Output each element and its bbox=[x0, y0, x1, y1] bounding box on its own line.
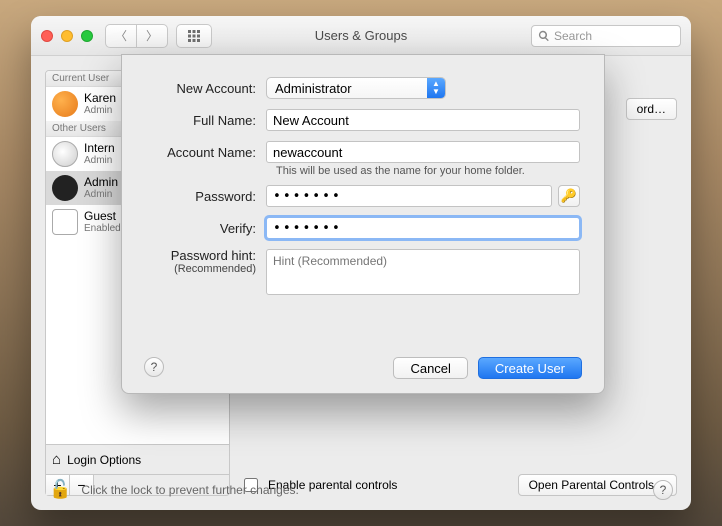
search-field[interactable]: Search bbox=[531, 25, 681, 47]
chevron-updown-icon: ▲▼ bbox=[427, 78, 445, 98]
account-type-select[interactable]: Administrator ▲▼ bbox=[266, 77, 446, 99]
password-hint-input[interactable] bbox=[266, 249, 580, 295]
login-options-label: Login Options bbox=[67, 453, 141, 467]
new-account-sheet: New Account: Administrator ▲▼ Full Name:… bbox=[121, 54, 605, 394]
search-icon bbox=[538, 30, 550, 42]
account-name-input[interactable] bbox=[266, 141, 580, 163]
sheet-buttons: Cancel Create User bbox=[393, 357, 582, 379]
user-name: Intern bbox=[84, 142, 115, 155]
login-options[interactable]: ⌂ Login Options bbox=[45, 445, 230, 475]
avatar-icon bbox=[52, 91, 78, 117]
lock-icon[interactable]: 🔓 bbox=[49, 479, 71, 500]
user-role: Enabled bbox=[84, 223, 121, 234]
change-password-button[interactable]: ord… bbox=[626, 98, 677, 120]
help-button[interactable]: ? bbox=[653, 480, 673, 500]
label-new-account: New Account: bbox=[146, 81, 266, 96]
user-name: Admin bbox=[84, 176, 118, 189]
zoom-icon[interactable] bbox=[81, 30, 93, 42]
label-full-name: Full Name: bbox=[146, 113, 266, 128]
back-button[interactable]: 〈 bbox=[105, 24, 137, 48]
grid-icon bbox=[187, 29, 201, 43]
minimize-icon[interactable] bbox=[61, 30, 73, 42]
titlebar: 〈 〉 Users & Groups Search bbox=[31, 16, 691, 56]
password-assistant-button[interactable]: 🔑 bbox=[558, 185, 580, 207]
help-button[interactable]: ? bbox=[144, 357, 164, 377]
key-icon: 🔑 bbox=[561, 188, 577, 204]
traffic-lights bbox=[41, 30, 93, 42]
preferences-window: 〈 〉 Users & Groups Search Current User K… bbox=[31, 16, 691, 510]
user-role: Admin bbox=[84, 105, 116, 116]
close-icon[interactable] bbox=[41, 30, 53, 42]
avatar-icon bbox=[52, 175, 78, 201]
full-name-input[interactable] bbox=[266, 109, 580, 131]
create-user-button[interactable]: Create User bbox=[478, 357, 582, 379]
label-account-name: Account Name: bbox=[146, 145, 266, 160]
house-icon: ⌂ bbox=[52, 451, 61, 468]
grid-button[interactable] bbox=[176, 24, 212, 48]
user-name: Karen bbox=[84, 92, 116, 105]
label-verify: Verify: bbox=[146, 221, 266, 236]
account-type-value: Administrator bbox=[267, 81, 427, 96]
window-body: Current User Karen Admin Other Users Int… bbox=[31, 56, 691, 510]
verify-input[interactable] bbox=[266, 217, 580, 239]
avatar-icon bbox=[52, 209, 78, 235]
password-input[interactable] bbox=[266, 185, 552, 207]
cancel-button[interactable]: Cancel bbox=[393, 357, 467, 379]
user-name: Guest bbox=[84, 210, 121, 223]
label-password-hint: Password hint: (Recommended) bbox=[146, 249, 266, 275]
nav-buttons: 〈 〉 bbox=[105, 24, 168, 48]
avatar-icon bbox=[52, 141, 78, 167]
account-name-hint: This will be used as the name for your h… bbox=[276, 165, 580, 177]
label-password: Password: bbox=[146, 189, 266, 204]
search-placeholder: Search bbox=[554, 29, 592, 43]
lock-text: Click the lock to prevent further change… bbox=[81, 483, 298, 497]
user-role: Admin bbox=[84, 189, 118, 200]
user-role: Admin bbox=[84, 155, 115, 166]
forward-button[interactable]: 〉 bbox=[136, 24, 168, 48]
lock-row: 🔓 Click the lock to prevent further chan… bbox=[49, 479, 673, 500]
